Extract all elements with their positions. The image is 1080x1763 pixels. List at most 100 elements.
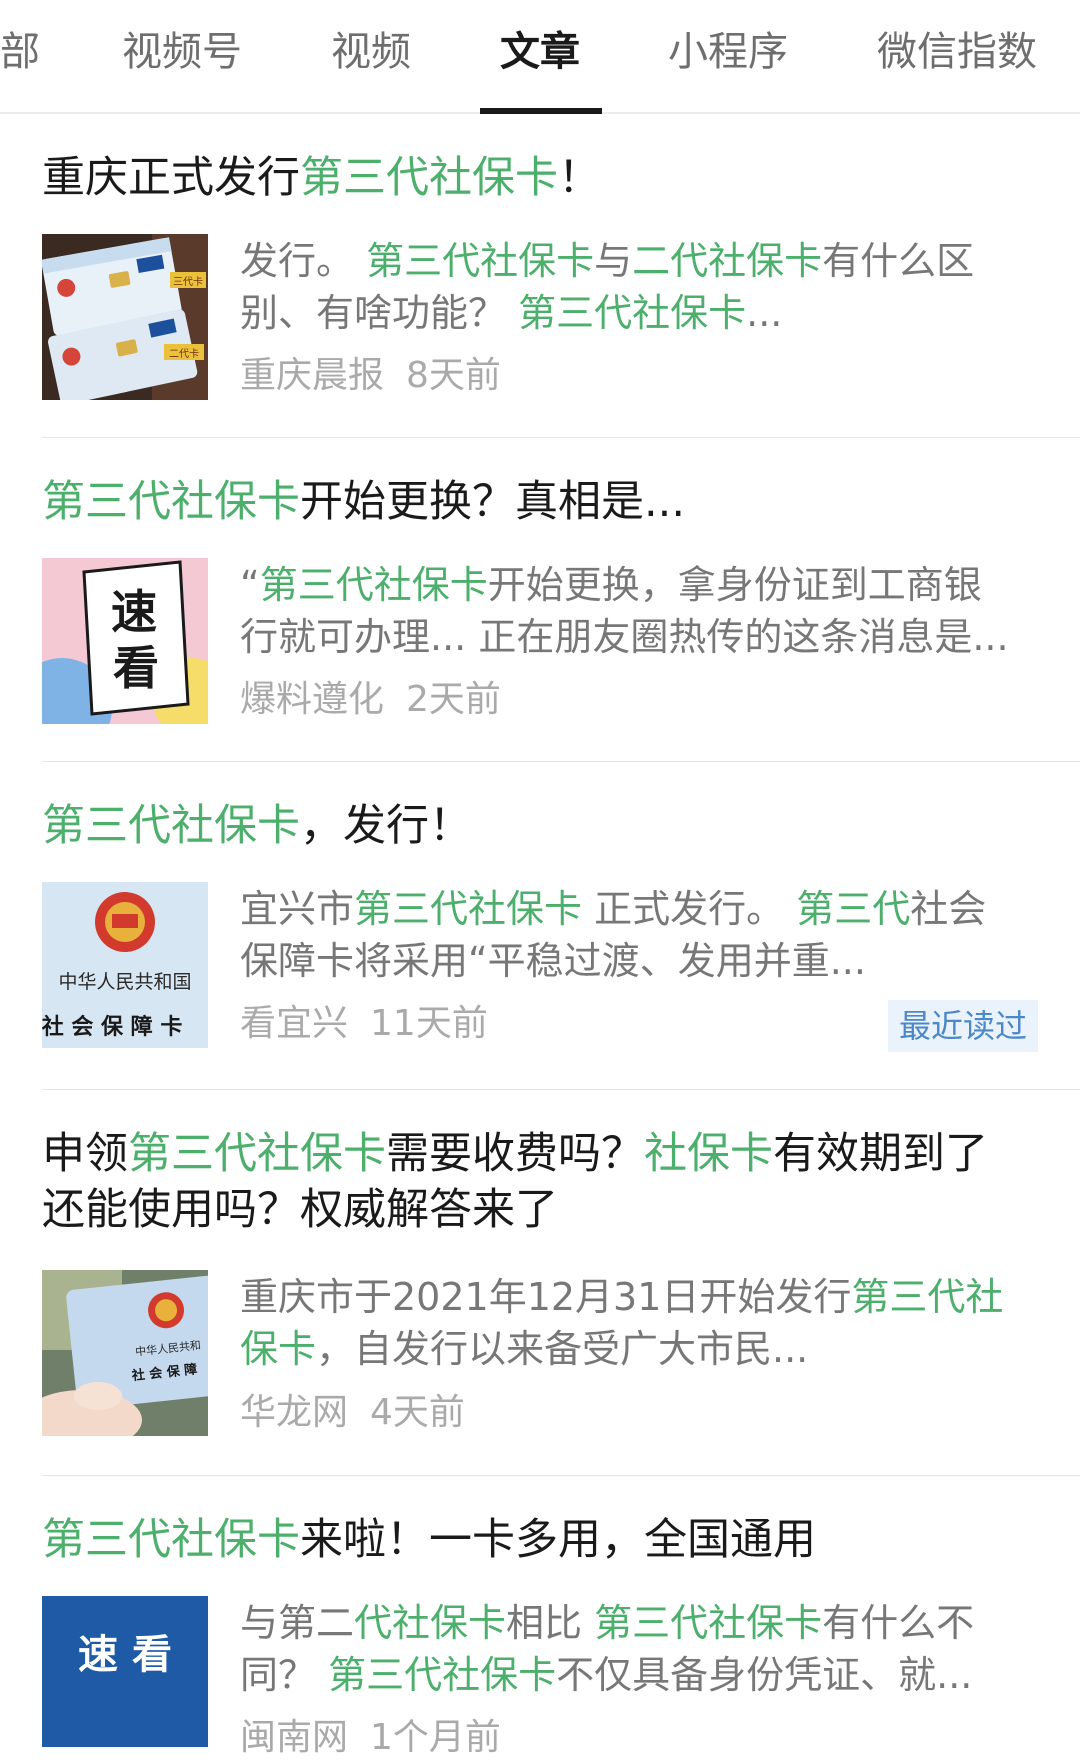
article-snippet-line: 同？ 第三代社保卡不仅具备身份凭证、就... [240, 1648, 1040, 1703]
article-title-line[interactable]: 申领第三代社保卡需要收费吗？社保卡有效期到了 [42, 1126, 1042, 1183]
text-run: ... [746, 291, 783, 335]
article-snippet-line: “第三代社保卡开始更换，拿身份证到工商银 [240, 558, 1040, 613]
article-source[interactable]: 看宜兴 [240, 1003, 348, 1044]
article-title[interactable]: 第三代社保卡来啦！一卡多用，全国通用 [42, 1512, 1042, 1569]
text-run: 开始更换？真相是... [300, 477, 686, 527]
text-run: 不仅具备身份凭证、就... [556, 1653, 973, 1697]
highlighted-keyword: 第三代社保卡 [42, 1515, 300, 1565]
article-snippet-line: 重庆市于2021年12月31日开始发行第三代社 [240, 1270, 1040, 1325]
article-item[interactable]: 重庆正式发行第三代社保卡！ 三代卡 二代卡 发行。 第三代社保卡与二代社保卡有什… [0, 114, 1080, 438]
highlighted-keyword: 第三代社保卡 [42, 477, 300, 527]
article-title-line[interactable]: 还能使用吗？权威解答来了 [42, 1182, 1042, 1239]
text-run: 重庆正式发行 [42, 153, 300, 203]
highlighted-keyword: 第三代社保卡 [300, 153, 558, 203]
article-time: 8天前 [406, 355, 501, 396]
article-item[interactable]: 申领第三代社保卡需要收费吗？社保卡有效期到了 还能使用吗？权威解答来了 中华人民… [0, 1090, 1080, 1476]
hand-holding-card-icon: 中华人民共和 社 会 保 障 [42, 1270, 208, 1436]
text-run: 宜兴市 [240, 887, 355, 931]
tab-all[interactable]: 部 [0, 24, 40, 80]
highlighted-keyword: 二代社保卡 [632, 239, 823, 283]
highlighted-keyword: 第三代社 [851, 1275, 1004, 1319]
article-item[interactable]: 第三代社保卡，发行！ 中华人民共和国 社 会 保 障 卡 宜兴市第三代社保卡 正… [0, 762, 1080, 1090]
highlighted-keyword: 保卡 [240, 1327, 317, 1371]
sukan-banner-icon: 速 看 [42, 1596, 208, 1747]
article-time: 2天前 [406, 679, 501, 720]
text-run: 有效期到了 [773, 1129, 988, 1179]
article-thumbnail[interactable]: 速 看 [42, 1596, 208, 1747]
highlighted-keyword: 第三代社保卡 [328, 1653, 557, 1697]
highlighted-keyword: 第三代社保卡 [128, 1129, 386, 1179]
text-run: ，发行！ [300, 801, 472, 851]
article-thumbnail[interactable]: 速 看 [42, 558, 208, 724]
article-source[interactable]: 闽南网 [240, 1717, 348, 1758]
text-run: 需要收费吗？ [386, 1129, 644, 1179]
recently-read-badge: 最近读过 [888, 1000, 1038, 1052]
text-run: 重庆市于2021年12月31日开始发行 [240, 1275, 852, 1319]
highlighted-keyword: 第三代社保卡 [42, 801, 300, 851]
text-run: 来啦！一卡多用，全国通用 [300, 1515, 816, 1565]
article-title[interactable]: 第三代社保卡开始更换？真相是... [42, 474, 1042, 531]
article-source[interactable]: 华龙网 [240, 1392, 348, 1433]
text-run: 行就可办理... 正在朋友圈热传的这条消息是... [240, 615, 1009, 659]
article-snippet-line: 保卡，自发行以来备受广大市民... [240, 1322, 1040, 1377]
article-time: 4天前 [370, 1392, 465, 1433]
article-meta: 重庆晨报 8天前 [240, 351, 501, 401]
article-meta: 闽南网 1个月前 [240, 1713, 501, 1763]
tab-wechat-index[interactable]: 微信指数 [877, 24, 1037, 80]
highlighted-keyword: 第三代 [796, 887, 911, 931]
article-item[interactable]: 第三代社保卡开始更换？真相是... 速 看 “第三代社保卡开始更换，拿身份证到工… [0, 438, 1080, 762]
text-run: 相比 [506, 1601, 595, 1645]
text-run: 还能使用吗？权威解答来了 [42, 1185, 558, 1235]
article-item[interactable]: 第三代社保卡来啦！一卡多用，全国通用 速 看 与第二代社保卡相比 第三代社保卡有… [0, 1476, 1080, 1758]
svg-text:中华人民共和国: 中华人民共和国 [58, 971, 191, 993]
sukan-poster-icon: 速 看 [42, 558, 208, 724]
article-thumbnail[interactable]: 三代卡 二代卡 [42, 234, 208, 400]
article-snippet-line: 保障卡将采用“平稳过渡、发用并重... [240, 934, 1040, 989]
text-run: 与第二 [240, 1601, 355, 1645]
text-run: 同？ [240, 1653, 329, 1697]
svg-text:速: 速 [111, 585, 157, 639]
highlighted-keyword: 第三代社保卡 [259, 563, 488, 607]
text-run: 发行。 [240, 239, 367, 283]
svg-text:二代卡: 二代卡 [169, 347, 199, 360]
article-meta: 爆料遵化 2天前 [240, 675, 501, 725]
text-run: 别、有啥功能？ [240, 291, 519, 335]
svg-text:看: 看 [113, 641, 159, 695]
highlighted-keyword: 第三代社保卡 [354, 887, 583, 931]
tab-bar: 部 视频号 视频 文章 小程序 微信指数 [0, 0, 1080, 114]
text-run: 与 [594, 239, 633, 283]
tab-video[interactable]: 视频 [331, 24, 411, 80]
text-run: ！ [558, 153, 601, 203]
article-snippet-line: 发行。 第三代社保卡与二代社保卡有什么区 [240, 234, 1040, 289]
highlighted-keyword: 第三代社保卡 [518, 291, 747, 335]
tab-mini-programs[interactable]: 小程序 [668, 24, 788, 80]
highlighted-keyword: 社保卡 [644, 1129, 773, 1179]
tab-video-account[interactable]: 视频号 [122, 24, 242, 80]
article-source[interactable]: 爆料遵化 [240, 679, 384, 720]
article-title[interactable]: 第三代社保卡，发行！ [42, 798, 1042, 855]
article-time: 11天前 [370, 1003, 488, 1044]
social-security-cards-photo-icon: 三代卡 二代卡 [42, 234, 208, 400]
highlighted-keyword: 代社保卡 [354, 1601, 507, 1645]
svg-text:三代卡: 三代卡 [173, 275, 203, 288]
article-thumbnail[interactable]: 中华人民共和 社 会 保 障 [42, 1270, 208, 1436]
article-thumbnail[interactable]: 中华人民共和国 社 会 保 障 卡 [42, 882, 208, 1048]
text-run: 保障卡将采用“平稳过渡、发用并重... [240, 939, 866, 983]
text-run: 申领 [42, 1129, 128, 1179]
article-snippet-line: 行就可办理... 正在朋友圈热传的这条消息是... [240, 610, 1040, 665]
article-snippet-line: 与第二代社保卡相比 第三代社保卡有什么不 [240, 1596, 1040, 1651]
text-run: ，自发行以来备受广大市民... [316, 1327, 809, 1371]
highlighted-keyword: 第三代社保卡 [594, 1601, 823, 1645]
article-source[interactable]: 重庆晨报 [240, 355, 384, 396]
text-run: 开始更换，拿身份证到工商银 [487, 563, 982, 607]
text-run: 有什么区 [822, 239, 975, 283]
text-run: 社会 [910, 887, 987, 931]
tab-articles[interactable]: 文章 [500, 24, 580, 80]
article-title[interactable]: 重庆正式发行第三代社保卡！ [42, 150, 1042, 207]
article-snippet-line: 宜兴市第三代社保卡 正式发行。 第三代社会 [240, 882, 1040, 937]
national-emblem-card-icon: 中华人民共和国 社 会 保 障 卡 [42, 882, 208, 1048]
article-time: 1个月前 [370, 1717, 501, 1758]
svg-text:社 会 保 障 卡: 社 会 保 障 卡 [42, 1014, 182, 1040]
text-run: 正式发行。 [582, 887, 797, 931]
svg-text:速 看: 速 看 [78, 1632, 172, 1678]
